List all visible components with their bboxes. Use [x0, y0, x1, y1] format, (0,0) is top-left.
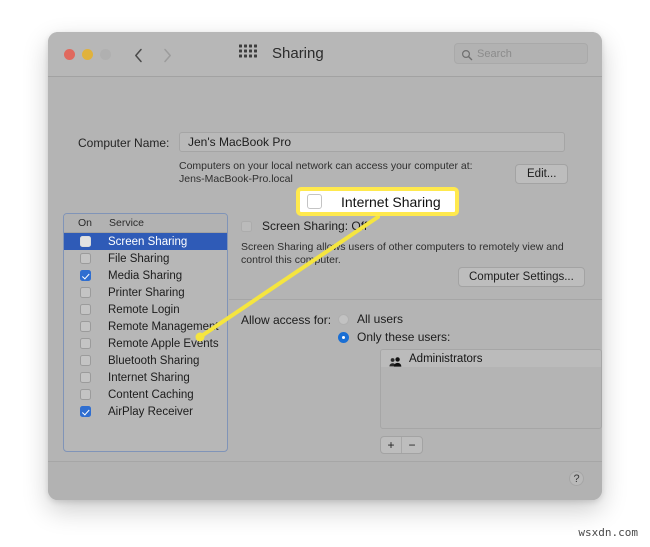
- service-row-remote-management[interactable]: Remote Management: [64, 318, 227, 335]
- service-label: Media Sharing: [108, 270, 182, 282]
- service-description: Screen Sharing allows users of other com…: [241, 241, 589, 267]
- service-label: Printer Sharing: [108, 287, 185, 299]
- service-rows: Screen Sharing File Sharing Media Sharing P…: [64, 233, 227, 420]
- service-checkbox[interactable]: [80, 355, 91, 366]
- back-chevron-icon[interactable]: [130, 44, 146, 66]
- service-label: Bluetooth Sharing: [108, 355, 199, 367]
- service-row-internet-sharing[interactable]: Internet Sharing: [64, 369, 227, 386]
- search-icon: [461, 48, 473, 60]
- allow-access-label: Allow access for:: [241, 313, 331, 327]
- radio-only-these-users-label: Only these users:: [357, 330, 450, 344]
- service-checkbox[interactable]: [80, 338, 91, 349]
- computer-settings-button[interactable]: Computer Settings...: [458, 267, 585, 287]
- sharing-preferences-window: Sharing Computer Name: Computers on your…: [48, 32, 602, 500]
- section-divider: [229, 299, 602, 300]
- radio-all-users-control[interactable]: [338, 314, 349, 325]
- radio-only-these-users-control[interactable]: [338, 332, 349, 343]
- service-row-remote-apple-events[interactable]: Remote Apple Events: [64, 335, 227, 352]
- help-button[interactable]: ?: [569, 471, 584, 486]
- service-checkbox[interactable]: [80, 406, 91, 417]
- annotation-callout: Internet Sharing: [296, 187, 459, 216]
- internet-sharing-callout-checkbox[interactable]: [307, 194, 322, 209]
- service-row-file-sharing[interactable]: File Sharing: [64, 250, 227, 267]
- service-checkbox[interactable]: [80, 253, 91, 264]
- radio-all-users[interactable]: All users: [338, 312, 403, 326]
- page-title: Sharing: [272, 32, 324, 76]
- add-user-button[interactable]: +: [381, 437, 401, 453]
- service-checkbox[interactable]: [80, 321, 91, 332]
- edit-button[interactable]: Edit...: [515, 164, 568, 184]
- service-row-remote-login[interactable]: Remote Login: [64, 301, 227, 318]
- column-header-service: Service: [109, 217, 144, 229]
- apps-grid-icon[interactable]: [239, 45, 257, 58]
- service-checkbox[interactable]: [80, 270, 91, 281]
- service-checkbox[interactable]: [80, 304, 91, 315]
- zoom-window-button[interactable]: [100, 49, 111, 60]
- service-label: Remote Login: [108, 304, 180, 316]
- service-checkbox[interactable]: [80, 389, 91, 400]
- radio-all-users-label: All users: [357, 312, 403, 326]
- service-label: File Sharing: [108, 253, 169, 265]
- service-label: Remote Management: [108, 321, 219, 333]
- service-checkbox[interactable]: [80, 287, 91, 298]
- service-status-row: Screen Sharing: Off: [241, 219, 367, 233]
- service-label: AirPlay Receiver: [108, 406, 193, 418]
- radio-only-these-users[interactable]: Only these users:: [338, 330, 450, 344]
- service-checkbox[interactable]: [80, 372, 91, 383]
- computer-name-field[interactable]: [179, 132, 565, 152]
- service-label: Content Caching: [108, 389, 194, 401]
- service-row-printer-sharing[interactable]: Printer Sharing: [64, 284, 227, 301]
- internet-sharing-callout-label: Internet Sharing: [341, 194, 441, 210]
- service-label: Remote Apple Events: [108, 338, 219, 350]
- forward-chevron-icon[interactable]: [159, 44, 175, 66]
- close-window-button[interactable]: [64, 49, 75, 60]
- service-status-text: Screen Sharing: Off: [262, 219, 367, 233]
- computer-name-label: Computer Name:: [78, 136, 169, 150]
- column-header-on: On: [78, 217, 92, 229]
- minimize-window-button[interactable]: [82, 49, 93, 60]
- window-bottom-bar: ?: [48, 461, 602, 500]
- service-row-media-sharing[interactable]: Media Sharing: [64, 267, 227, 284]
- service-row-screen-sharing[interactable]: Screen Sharing: [64, 233, 227, 250]
- window-content: Computer Name: Computers on your local n…: [48, 77, 602, 500]
- list-item[interactable]: Administrators: [381, 350, 601, 367]
- watermark: wsxdn.com: [578, 526, 638, 539]
- service-label: Screen Sharing: [108, 236, 187, 248]
- users-list[interactable]: Administrators: [380, 349, 602, 429]
- service-row-content-caching[interactable]: Content Caching: [64, 386, 227, 403]
- group-icon: [389, 354, 402, 364]
- computer-name-help: Computers on your local network can acce…: [179, 160, 509, 186]
- service-list-header: On Service: [64, 214, 227, 233]
- screen-sharing-checkbox[interactable]: [241, 221, 252, 232]
- add-remove-user-controls: + −: [380, 436, 423, 454]
- search-input[interactable]: [477, 48, 581, 60]
- computer-name-help-line1: Computers on your local network can acce…: [179, 160, 509, 173]
- list-item-label: Administrators: [409, 353, 483, 365]
- service-checkbox[interactable]: [80, 236, 91, 247]
- service-list[interactable]: On Service Screen Sharing File Sharing Med…: [63, 213, 228, 452]
- service-label: Internet Sharing: [108, 372, 190, 384]
- computer-name-input[interactable]: [186, 134, 564, 150]
- search-box[interactable]: [454, 43, 588, 64]
- window-titlebar: Sharing: [48, 32, 602, 77]
- service-row-bluetooth-sharing[interactable]: Bluetooth Sharing: [64, 352, 227, 369]
- remove-user-button[interactable]: −: [401, 437, 422, 453]
- service-row-airplay-receiver[interactable]: AirPlay Receiver: [64, 403, 227, 420]
- computer-name-help-line2: Jens-MacBook-Pro.local: [179, 173, 509, 186]
